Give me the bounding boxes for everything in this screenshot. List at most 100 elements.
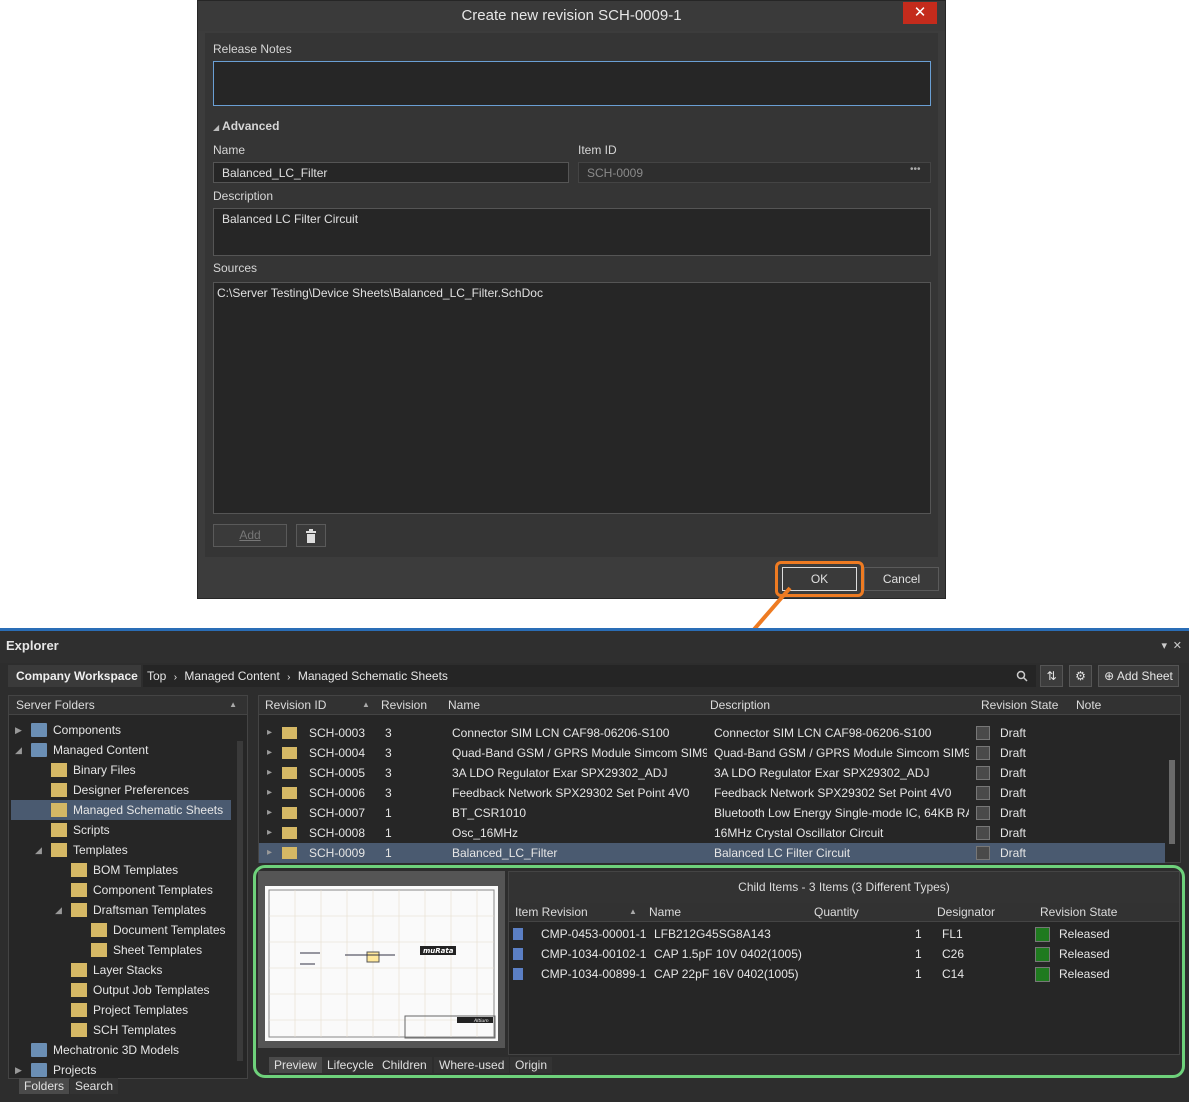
row-expand-icon[interactable]: ▸ bbox=[267, 823, 272, 843]
col-revision[interactable]: Revision bbox=[381, 696, 427, 714]
crumb-managed-content[interactable]: Managed Content bbox=[184, 669, 279, 683]
tree-item[interactable]: SCH Templates bbox=[11, 1020, 235, 1040]
server-folders-panel: Server Folders ▲ ▶ Components ◢ Managed Con… bbox=[8, 695, 248, 1079]
row-expand-icon[interactable]: ▸ bbox=[267, 843, 272, 863]
cell-description: Balanced LC Filter Circuit bbox=[714, 846, 851, 860]
add-sheet-button[interactable]: ⊕ Add Sheet bbox=[1098, 665, 1179, 687]
expand-icon[interactable]: ▶ bbox=[15, 720, 22, 740]
cell-name: 3A LDO Regulator Exar SPX29302_ADJ bbox=[452, 766, 668, 780]
folder-icon bbox=[51, 803, 67, 817]
panel-menu-icon[interactable]: ▾ bbox=[1161, 639, 1167, 652]
cell-revision-state: Draft bbox=[1000, 746, 1027, 760]
gear-icon: ⚙ bbox=[1075, 669, 1086, 683]
cell-revision: 1 bbox=[385, 806, 392, 820]
cell-name: Connector SIM LCN CAF98-06206-S100 bbox=[452, 726, 670, 740]
table-row[interactable]: ▸ SCH-0004 3 Quad-Band GSM / GPRS Module Si… bbox=[259, 743, 1165, 763]
sort-arrow-icon: ▲ bbox=[229, 700, 237, 709]
collapse-icon[interactable]: ◢ bbox=[15, 740, 22, 760]
tree-item[interactable]: Component Templates bbox=[11, 880, 235, 900]
state-checkbox[interactable] bbox=[976, 786, 990, 800]
row-expand-icon[interactable]: ▸ bbox=[267, 763, 272, 783]
tree-item[interactable]: Output Job Templates bbox=[11, 980, 235, 1000]
folder-icon bbox=[71, 1003, 87, 1017]
cell-revision: 3 bbox=[385, 726, 392, 740]
cell-revision-id: SCH-0009 bbox=[309, 846, 366, 860]
tree-item[interactable]: ◢ Managed Content bbox=[11, 740, 235, 760]
col-revision-state[interactable]: Revision State bbox=[981, 696, 1058, 714]
tree-item[interactable]: Document Templates bbox=[11, 920, 235, 940]
tree-item[interactable]: ◢ Templates bbox=[11, 840, 235, 860]
col-name[interactable]: Name bbox=[448, 696, 480, 714]
state-checkbox[interactable] bbox=[976, 846, 990, 860]
row-expand-icon[interactable]: ▸ bbox=[267, 803, 272, 823]
tree-item[interactable]: Layer Stacks bbox=[11, 960, 235, 980]
folder-icon bbox=[91, 923, 107, 937]
refresh-icon: ⇅ bbox=[1046, 669, 1057, 683]
state-checkbox[interactable] bbox=[976, 826, 990, 840]
state-checkbox[interactable] bbox=[976, 746, 990, 760]
refresh-button[interactable]: ⇅ bbox=[1040, 665, 1063, 687]
panel-close-icon[interactable]: ✕ bbox=[1173, 639, 1182, 652]
col-description[interactable]: Description bbox=[710, 696, 770, 714]
server-folders-header[interactable]: Server Folders ▲ bbox=[9, 696, 247, 715]
folder-icon bbox=[51, 823, 67, 837]
table-row[interactable]: ▸ SCH-0005 3 3A LDO Regulator Exar SPX29302… bbox=[259, 763, 1165, 783]
row-expand-icon[interactable]: ▸ bbox=[267, 723, 272, 743]
tree-item[interactable]: Designer Preferences bbox=[11, 780, 235, 800]
cell-name: Balanced_LC_Filter bbox=[452, 846, 558, 860]
tree-item[interactable]: Sheet Templates bbox=[11, 940, 235, 960]
tree-item[interactable]: Scripts bbox=[11, 820, 235, 840]
state-checkbox[interactable] bbox=[976, 766, 990, 780]
breadcrumb: Top › Managed Content › Managed Schemati… bbox=[143, 665, 1036, 687]
tree-item-label: Output Job Templates bbox=[93, 983, 210, 997]
cell-description: Quad-Band GSM / GPRS Module Simcom SIM90… bbox=[714, 746, 969, 760]
collapse-icon[interactable]: ◢ bbox=[55, 900, 62, 920]
row-expand-icon[interactable]: ▸ bbox=[267, 743, 272, 763]
table-row[interactable]: ▸ SCH-0008 1 Osc_16MHz 16MHz Crystal Oscilla… bbox=[259, 823, 1165, 843]
tab-folders[interactable]: Folders bbox=[19, 1078, 70, 1094]
cell-revision-state: Draft bbox=[1000, 806, 1027, 820]
table-row[interactable]: ▸ SCH-0009 1 Balanced_LC_Filter Balanced LC … bbox=[259, 843, 1165, 863]
tree-scrollbar[interactable] bbox=[237, 741, 243, 1061]
settings-button[interactable]: ⚙ bbox=[1069, 665, 1092, 687]
row-expand-icon[interactable]: ▸ bbox=[267, 783, 272, 803]
tree-item[interactable]: ▶ Components bbox=[11, 720, 235, 740]
tab-search[interactable]: Search bbox=[70, 1078, 119, 1094]
search-icon[interactable] bbox=[1016, 670, 1028, 682]
tree-item[interactable]: ◢ Draftsman Templates bbox=[11, 900, 235, 920]
tree-item[interactable]: Mechatronic 3D Models bbox=[11, 1040, 235, 1060]
sheet-icon bbox=[282, 787, 297, 799]
tree-item[interactable]: Binary Files bbox=[11, 760, 235, 780]
sheet-icon bbox=[282, 747, 297, 759]
cell-revision-state: Draft bbox=[1000, 826, 1027, 840]
crumb-managed-schematic-sheets[interactable]: Managed Schematic Sheets bbox=[298, 669, 448, 683]
folder-icon bbox=[31, 723, 47, 737]
cell-revision: 1 bbox=[385, 846, 392, 860]
collapse-icon[interactable]: ◢ bbox=[35, 840, 42, 860]
grid-header: Revision ID ▲ Revision Name Description … bbox=[259, 696, 1180, 715]
col-note[interactable]: Note bbox=[1076, 696, 1101, 714]
sheet-icon bbox=[282, 767, 297, 779]
workspace-dropdown[interactable]: Company Workspace ▼ bbox=[8, 665, 141, 704]
col-revision-id[interactable]: Revision ID bbox=[265, 696, 326, 714]
state-checkbox[interactable] bbox=[976, 806, 990, 820]
folder-icon bbox=[71, 863, 87, 877]
tree-item[interactable]: Project Templates bbox=[11, 1000, 235, 1020]
grid-scrollbar[interactable] bbox=[1169, 760, 1175, 844]
crumb-top[interactable]: Top bbox=[147, 669, 166, 683]
cell-revision-id: SCH-0006 bbox=[309, 786, 366, 800]
tree-item[interactable]: ▶ Projects bbox=[11, 1060, 235, 1080]
cell-revision-state: Draft bbox=[1000, 766, 1027, 780]
folder-icon bbox=[31, 743, 47, 757]
tree-item[interactable]: BOM Templates bbox=[11, 860, 235, 880]
workspace-label: Company Workspace bbox=[16, 669, 138, 683]
table-row[interactable]: ▸ SCH-0007 1 BT_CSR1010 Bluetooth Low Energy… bbox=[259, 803, 1165, 823]
cell-name: Quad-Band GSM / GPRS Module Simcom SIM90… bbox=[452, 746, 707, 760]
explorer-title: Explorer bbox=[6, 638, 59, 653]
expand-icon[interactable]: ▶ bbox=[15, 1060, 22, 1080]
table-row[interactable]: ▸ SCH-0006 3 Feedback Network SPX29302 Set … bbox=[259, 783, 1165, 803]
table-row[interactable]: ▸ SCH-0003 3 Connector SIM LCN CAF98-06206-… bbox=[259, 723, 1165, 743]
state-checkbox[interactable] bbox=[976, 726, 990, 740]
tree-item[interactable]: Managed Schematic Sheets bbox=[11, 800, 231, 820]
explorer-panel: Explorer ▾ ✕ Company Workspace ▼ Top › M… bbox=[0, 628, 1189, 1102]
